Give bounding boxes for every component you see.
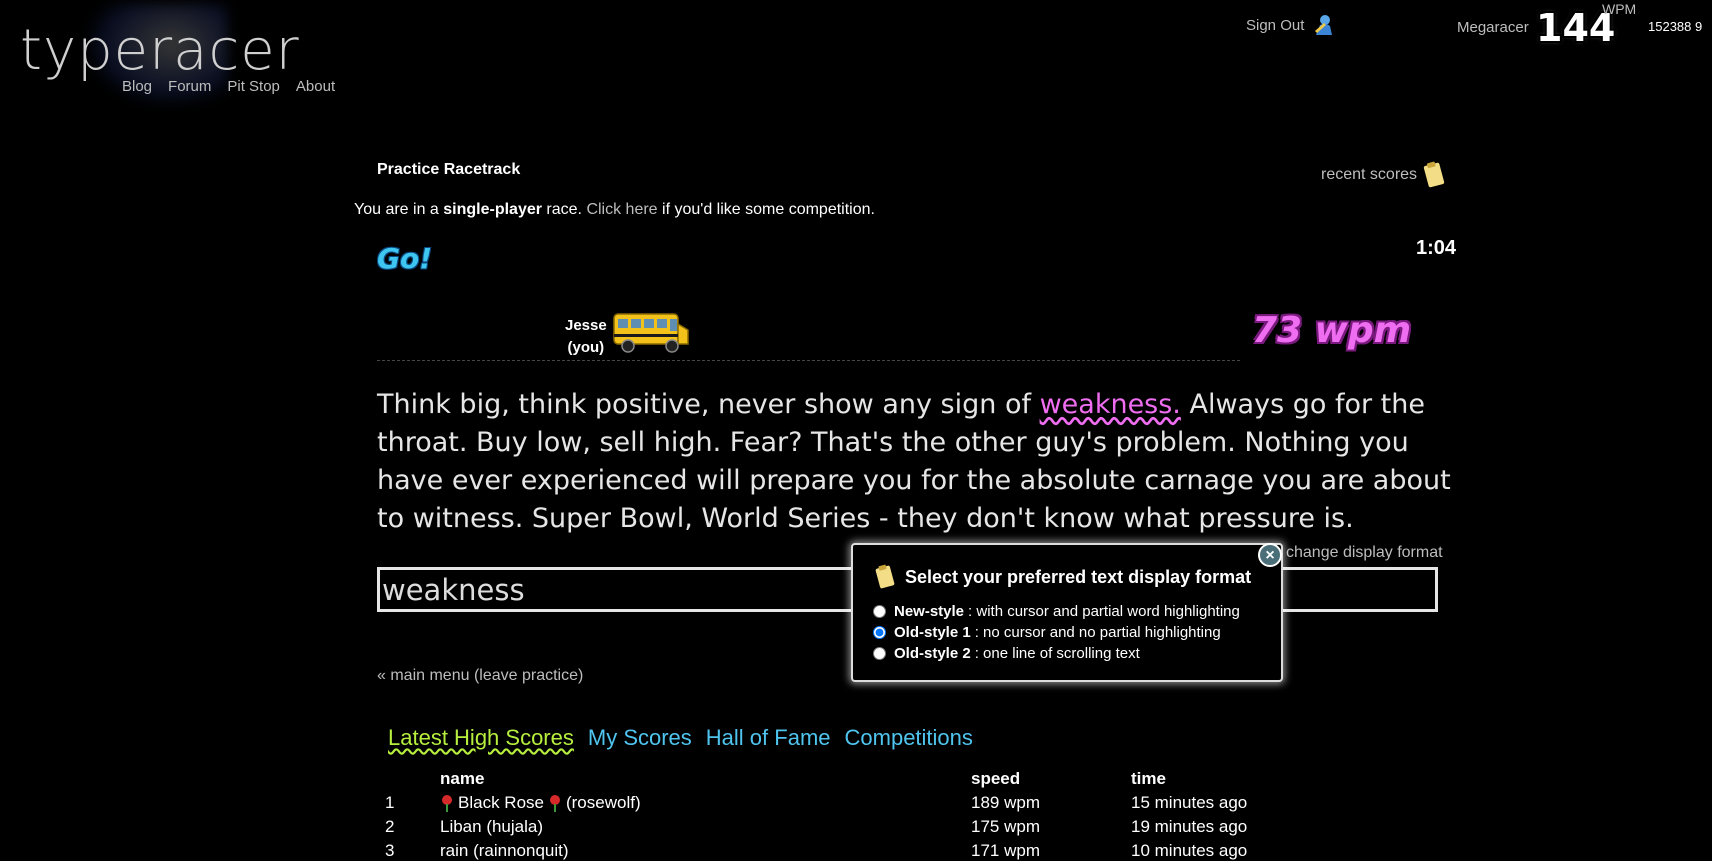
column-header-name: name [440, 769, 485, 788]
notice-suffix: if you'd like some competition. [657, 201, 875, 218]
old-style-1-radio[interactable] [873, 626, 886, 639]
rose-icon [442, 795, 452, 812]
row-time: 10 minutes ago [1131, 841, 1248, 860]
close-icon[interactable]: × [1258, 543, 1282, 567]
rose-icon [549, 795, 560, 812]
scores-tabs: Latest High Scores My Scores Hall of Fam… [388, 725, 973, 751]
display-format-popup: Select your preferred text display forma… [851, 543, 1283, 682]
racer-you: (you) [567, 339, 605, 356]
tab-my-scores[interactable]: My Scores [588, 725, 692, 751]
leave-practice-link[interactable]: « main menu (leave practice) [377, 667, 583, 685]
passage-current-word: weakness. [1039, 389, 1181, 420]
school-bus-icon [613, 313, 689, 353]
racer-name: Jesse [565, 317, 607, 334]
nav-forum[interactable]: Forum [168, 78, 211, 95]
row-time: 19 minutes ago [1131, 817, 1248, 836]
nav-about[interactable]: About [296, 78, 335, 95]
option-desc: : no cursor and no partial highlighting [974, 624, 1221, 641]
option-desc: : one line of scrolling text [974, 645, 1140, 662]
race-passage: Think big, think positive, never show an… [377, 386, 1457, 538]
nav-pit-stop[interactable]: Pit Stop [227, 78, 280, 95]
player-name: Black Rose [458, 793, 544, 812]
main-nav: Blog Forum Pit Stop About [122, 78, 335, 95]
change-display-format-link[interactable]: change display format [1286, 544, 1443, 562]
username[interactable]: Megaracer [1457, 19, 1529, 36]
race-track [377, 360, 1240, 361]
page-title: Practice Racetrack [377, 161, 521, 178]
format-option-old-style-2[interactable]: Old-style 2: one line of scrolling text [873, 643, 1267, 664]
player-handle: (rosewolf) [565, 793, 641, 812]
passage-typed: Think big, think positive, never show an… [377, 389, 1040, 420]
row-time: 15 minutes ago [1131, 793, 1248, 812]
option-name: New-style [894, 603, 965, 620]
tab-latest-high-scores[interactable]: Latest High Scores [388, 725, 574, 751]
recent-scores-label[interactable]: recent scores [1321, 166, 1417, 184]
row-speed: 171 wpm [971, 841, 1040, 860]
user-icon [1315, 15, 1333, 35]
option-name: Old-style 2 [894, 645, 971, 662]
new-style-radio[interactable] [873, 605, 886, 618]
sign-out-label[interactable]: Sign Out [1246, 17, 1304, 34]
column-header-speed: speed [971, 769, 1021, 788]
click-here-link[interactable]: Click here [586, 201, 657, 218]
notice-mid: race. [541, 201, 587, 218]
wpm-label: WPM [1602, 1, 1637, 17]
race-timer: 1:04 [1416, 237, 1457, 259]
row-rank: 3 [385, 841, 395, 860]
row-speed: 189 wpm [971, 793, 1040, 812]
clipboard-icon [875, 564, 895, 589]
racer-label: Jesse (you) [565, 315, 607, 359]
old-style-2-radio[interactable] [873, 647, 886, 660]
popup-title: Select your preferred text display forma… [905, 566, 1252, 587]
option-desc: : with cursor and partial word highlight… [968, 603, 1240, 620]
notice-prefix: You are in a [354, 201, 444, 218]
go-indicator: Go! [377, 242, 432, 275]
table-row-name[interactable]: rain (rainnonquit) [440, 841, 569, 861]
tab-hall-of-fame[interactable]: Hall of Fame [706, 725, 831, 751]
table-row-name[interactable]: Black Rose (rosewolf) [440, 793, 641, 813]
table-row-name[interactable]: Liban (hujala) [440, 817, 543, 837]
option-name: Old-style 1 [894, 624, 971, 641]
recent-scores-link[interactable]: recent scores [1321, 160, 1447, 190]
column-header-time: time [1131, 769, 1166, 788]
sign-out-link[interactable]: Sign Out [1246, 13, 1334, 37]
current-speed: 73 wpm [1252, 310, 1412, 351]
popup-header: Select your preferred text display forma… [873, 563, 1267, 591]
user-points: 152388 9 [1648, 19, 1703, 34]
single-player-notice: You are in a single-player race. Click h… [354, 201, 875, 219]
row-rank: 1 [385, 793, 395, 812]
format-option-old-style-1[interactable]: Old-style 1: no cursor and no partial hi… [873, 622, 1267, 643]
format-option-new-style[interactable]: New-style: with cursor and partial word … [873, 601, 1267, 622]
nav-blog[interactable]: Blog [122, 78, 152, 95]
row-speed: 175 wpm [971, 817, 1040, 836]
row-rank: 2 [385, 817, 395, 836]
tab-competitions[interactable]: Competitions [845, 725, 973, 751]
clipboard-icon [1423, 161, 1445, 188]
notice-bold: single-player [443, 201, 542, 218]
site-logo[interactable]: typeracer [20, 18, 300, 83]
